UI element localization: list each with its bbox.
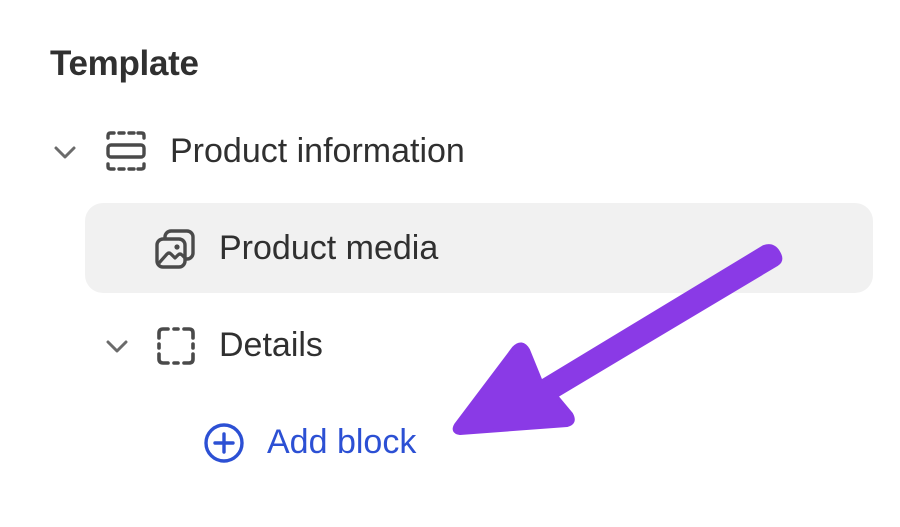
add-block-label: Add block — [267, 423, 417, 461]
tree-item-label: Details — [219, 326, 323, 364]
chevron-down-icon[interactable] — [50, 137, 80, 167]
panel-title: Template — [50, 44, 199, 83]
chevron-down-icon[interactable] — [102, 331, 132, 361]
block-frame-icon — [154, 324, 198, 368]
tree-item-product-media[interactable] — [85, 203, 873, 293]
tree-item-label: Product information — [170, 132, 465, 170]
tree-item-label: Product media — [219, 229, 439, 267]
media-gallery-icon — [153, 227, 197, 271]
plus-circle-icon — [202, 421, 246, 465]
section-icon — [104, 129, 148, 173]
